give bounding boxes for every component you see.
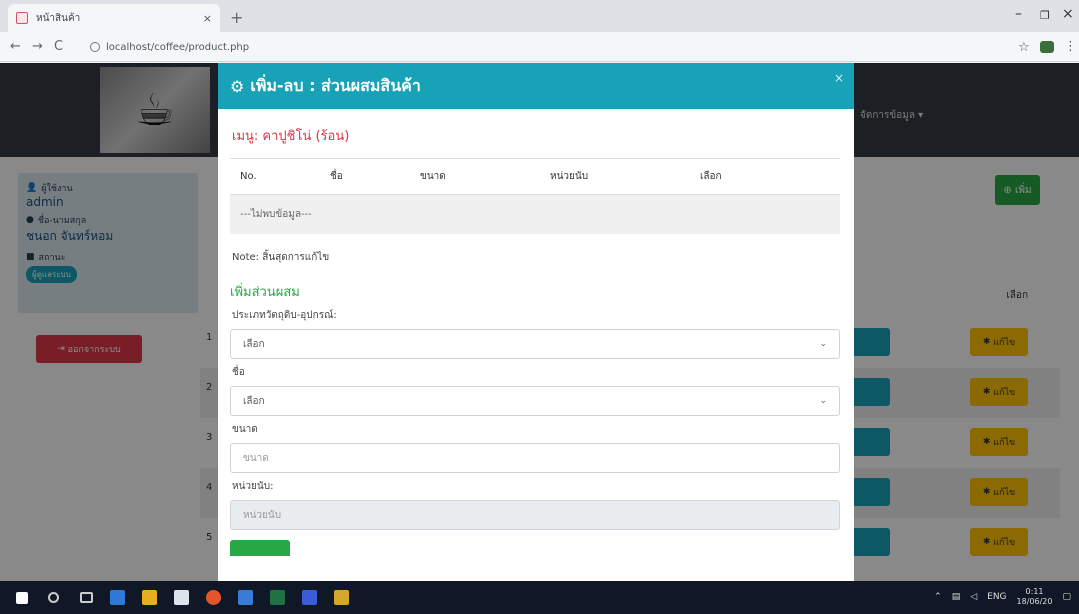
app-icon[interactable] bbox=[302, 590, 317, 605]
system-tray: ⌃ ▤ ◁ ENG 0:11 18/06/20 ▢ bbox=[934, 587, 1071, 607]
forward-arrow-icon[interactable]: → bbox=[32, 39, 43, 54]
windows-start-icon[interactable] bbox=[16, 592, 28, 604]
size-input[interactable]: ขนาด bbox=[230, 443, 840, 473]
size-label: ขนาด bbox=[232, 424, 258, 435]
note-text: Note: สิ้นสุดการแก้ไข bbox=[232, 252, 330, 263]
empty-table-text: ---ไม่พบข้อมูล--- bbox=[230, 194, 840, 234]
chevron-down-icon: ⌄ bbox=[819, 396, 827, 406]
url-text: localhost/coffee/product.php bbox=[106, 41, 250, 53]
menu-title: เมนู: คาปูชิโน่ (ร้อน) bbox=[232, 129, 350, 144]
ingredient-table: No. ชื่อ ขนาด หน่วยนับ เลือก ---ไม่พบข้อ… bbox=[230, 158, 840, 234]
new-tab-button[interactable]: + bbox=[230, 8, 243, 27]
column-header-select: เลือก bbox=[690, 158, 840, 195]
modal-body: เมนู: คาปูชิโน่ (ร้อน) No. ชื่อ ขนาด หน่… bbox=[218, 109, 854, 566]
gear-icon: ⚙ bbox=[230, 76, 245, 96]
task-view-icon[interactable] bbox=[80, 592, 93, 603]
size-placeholder: ขนาด bbox=[243, 452, 269, 464]
chrome-icon[interactable] bbox=[206, 590, 221, 605]
volume-icon[interactable]: ◁ bbox=[970, 592, 977, 602]
modal-header: ⚙ เพิ่ม-ลบ : ส่วนผสมสินค้า × bbox=[218, 63, 854, 109]
type-label: ประเภทวัตถุดิบ-อุปกรณ์: bbox=[232, 310, 337, 321]
taskbar: ⌃ ▤ ◁ ENG 0:11 18/06/20 ▢ bbox=[0, 581, 1079, 614]
type-select-value: เลือก bbox=[243, 338, 265, 350]
name-label: ชื่อ bbox=[232, 367, 245, 378]
column-header-no: No. bbox=[230, 158, 320, 195]
back-arrow-icon[interactable]: ← bbox=[10, 39, 21, 54]
app-icon[interactable] bbox=[334, 590, 349, 605]
mail-icon[interactable] bbox=[238, 590, 253, 605]
search-icon[interactable] bbox=[48, 592, 59, 603]
browser-tab[interactable]: หน้าสินค้า × bbox=[8, 4, 220, 32]
unit-input[interactable]: หน่วยนับ bbox=[230, 500, 840, 530]
tab-title: หน้าสินค้า bbox=[36, 12, 81, 24]
unit-label: หน่วยนับ: bbox=[232, 481, 274, 492]
browser-tabstrip: หน้าสินค้า × + – ❐ × bbox=[0, 0, 1079, 32]
column-header-unit: หน่วยนับ bbox=[540, 158, 690, 195]
file-explorer-icon[interactable] bbox=[142, 590, 157, 605]
unit-placeholder: หน่วยนับ bbox=[243, 509, 282, 521]
excel-icon[interactable] bbox=[270, 590, 285, 605]
save-button[interactable] bbox=[230, 540, 290, 556]
clock-time: 0:11 bbox=[1025, 587, 1044, 596]
tray-up-arrow-icon[interactable]: ⌃ bbox=[934, 592, 942, 602]
reload-icon[interactable]: C bbox=[54, 39, 63, 54]
info-icon[interactable] bbox=[90, 42, 100, 52]
extension-icon[interactable] bbox=[1040, 41, 1054, 53]
browser-toolbar: ← → C localhost/coffee/product.php ☆ ⋮ bbox=[0, 32, 1079, 62]
name-select[interactable]: เลือก ⌄ bbox=[230, 386, 840, 416]
column-header-name: ชื่อ bbox=[320, 158, 410, 195]
bookmark-star-icon[interactable]: ☆ bbox=[1018, 40, 1030, 55]
network-icon[interactable]: ▤ bbox=[952, 592, 961, 602]
address-bar[interactable]: localhost/coffee/product.php bbox=[90, 37, 990, 57]
language-indicator[interactable]: ENG bbox=[987, 592, 1006, 602]
modal-title: เพิ่ม-ลบ : ส่วนผสมสินค้า bbox=[250, 75, 421, 95]
chevron-down-icon: ⌄ bbox=[819, 339, 827, 349]
column-header-size: ขนาด bbox=[410, 158, 540, 195]
minimize-button[interactable]: – bbox=[1015, 6, 1022, 22]
store-icon[interactable] bbox=[174, 590, 189, 605]
browser-menu-icon[interactable]: ⋮ bbox=[1064, 39, 1077, 54]
clock[interactable]: 0:11 18/06/20 bbox=[1017, 587, 1053, 607]
tab-close-icon[interactable]: × bbox=[203, 12, 212, 25]
clock-date: 18/06/20 bbox=[1016, 597, 1053, 606]
ingredient-modal: ⚙ เพิ่ม-ลบ : ส่วนผสมสินค้า × เมนู: คาปูช… bbox=[218, 63, 854, 581]
edge-icon[interactable] bbox=[110, 590, 125, 605]
modal-close-button[interactable]: × bbox=[834, 71, 844, 85]
page-favicon-icon bbox=[16, 12, 28, 24]
maximize-button[interactable]: ❐ bbox=[1040, 9, 1050, 22]
window-close-button[interactable]: × bbox=[1062, 6, 1074, 22]
add-ingredient-heading: เพิ่มส่วนผสม bbox=[230, 285, 300, 300]
notification-icon[interactable]: ▢ bbox=[1062, 592, 1071, 602]
table-row: ---ไม่พบข้อมูล--- bbox=[230, 194, 840, 234]
type-select[interactable]: เลือก ⌄ bbox=[230, 329, 840, 359]
name-select-value: เลือก bbox=[243, 395, 265, 407]
